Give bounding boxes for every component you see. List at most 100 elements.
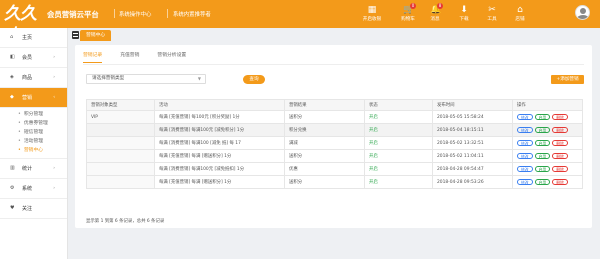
cell-status: 开启 <box>364 149 433 163</box>
submenu-sms[interactable]: 短信管理 <box>0 128 67 137</box>
sidebar-item-home[interactable]: ⌂ 主页 <box>0 28 67 48</box>
cell-activity: 每满 [消费营销] 每满100元 [减免抵扣] 1分 <box>154 162 285 176</box>
chevron-right-icon: › <box>53 75 55 80</box>
delete-button[interactable]: 删除 <box>552 178 568 185</box>
sidebar-item-products[interactable]: ◈ 商品 › <box>0 68 67 88</box>
submenu-coupons[interactable]: 优惠券管理 <box>0 119 67 128</box>
menu-toggle-icon[interactable] <box>72 31 79 39</box>
col-target[interactable]: 营销对象类型 <box>86 99 155 111</box>
enable-button[interactable]: 启用 <box>534 165 551 172</box>
pagination-info: 显示第 1 到第 6 条记录，总共 6 条记录 <box>86 219 165 224</box>
message-button[interactable]: 🔔 8 消息 <box>420 0 450 28</box>
sidebar-item-follow[interactable]: ♥ 关注 <box>0 199 67 219</box>
cell-target: VIP <box>86 110 155 124</box>
enable-button[interactable]: 启用 <box>534 126 551 133</box>
cell-ops: 修改 启用 删除 <box>512 162 583 176</box>
cell-target <box>86 175 155 189</box>
edit-button[interactable]: 修改 <box>517 113 533 120</box>
cell-result: 优惠 <box>284 162 365 176</box>
crumb-divider <box>167 9 168 18</box>
top-bar: 久久吉 会员营销云平台 系统操作中心 系统内置推荐者 ▦ 开启收银 🛒 0 购物… <box>0 0 600 46</box>
edit-button[interactable]: 修改 <box>517 165 533 172</box>
store-button[interactable]: ⌂ 店铺 <box>505 0 535 28</box>
delete-button[interactable]: 删除 <box>552 139 568 146</box>
subtab-recharge[interactable]: 充值营销 <box>120 51 139 63</box>
cell-status: 开启 <box>364 136 433 150</box>
chevron-right-icon: › <box>53 186 55 191</box>
brand-logo[interactable]: 久久吉 <box>4 3 42 46</box>
cell-time: 2018-05-02 11:04:11 <box>432 149 513 163</box>
store-icon: ⌂ <box>517 5 523 15</box>
gear-icon: ⚙ <box>10 185 15 191</box>
chevron-right-icon: › <box>53 55 55 60</box>
enable-button[interactable]: 启用 <box>534 139 551 146</box>
cart-button[interactable]: 🛒 0 购物车 <box>393 0 423 28</box>
subtab-settings[interactable]: 营销分析设置 <box>157 51 186 63</box>
sidebar-item-label: 系统 <box>22 186 33 192</box>
delete-button[interactable]: 删除 <box>552 113 568 120</box>
add-marketing-button[interactable]: +添加营销 <box>551 75 584 84</box>
crumb-operation-center[interactable]: 系统操作中心 <box>119 10 151 18</box>
download-button[interactable]: ⬇ 下载 <box>449 0 479 28</box>
sidebar-item-stats[interactable]: ▥ 统计 › <box>0 159 67 179</box>
cell-status: 开启 <box>364 123 433 137</box>
enable-button[interactable]: 启用 <box>534 178 551 185</box>
delete-button[interactable]: 删除 <box>552 165 568 172</box>
tools-button[interactable]: ✂ 工具 <box>477 0 507 28</box>
table-row: 每满 [消费营销] 每满100元 [减免积分] 1分 积分兑换 开启 2018-05-… <box>86 123 583 137</box>
sidebar-item-label: 商品 <box>22 75 33 81</box>
col-status[interactable]: 状态 <box>364 99 433 111</box>
edit-button[interactable]: 修改 <box>517 152 533 159</box>
submenu-activities[interactable]: 活动管理 <box>0 137 67 146</box>
message-badge: 8 <box>437 3 443 9</box>
submenu-marketing-center[interactable]: 营销中心 <box>0 146 67 155</box>
marketing-submenu: 积分管理 优惠券管理 短信管理 活动管理 营销中心 <box>0 108 67 159</box>
sidebar-item-members[interactable]: ◧ 会员 › <box>0 48 67 68</box>
col-ops: 操作 <box>512 99 583 111</box>
cashier-button[interactable]: ▦ 开启收银 <box>357 0 387 28</box>
search-button[interactable]: 查询 <box>243 75 265 84</box>
col-activity[interactable]: 活动 <box>154 99 285 111</box>
edit-button[interactable]: 修改 <box>517 178 533 185</box>
chevron-right-icon: › <box>53 166 55 171</box>
delete-button[interactable]: 删除 <box>552 152 568 159</box>
chevron-down-icon: ▼ <box>197 76 201 81</box>
crumb-divider <box>114 9 115 18</box>
cell-result: 积分兑换 <box>284 123 365 137</box>
edit-button[interactable]: 修改 <box>517 126 533 133</box>
edit-button[interactable]: 修改 <box>517 139 533 146</box>
crumb-builtin-recommender[interactable]: 系统内置推荐者 <box>173 10 211 18</box>
tools-label: 工具 <box>487 17 497 22</box>
main-panel: 营销记录 充值营销 营销分析设置 请选择营销类型 ▼ 查询 +添加营销 营销对象… <box>75 45 592 228</box>
download-icon: ⬇ <box>460 5 468 15</box>
marketing-type-select[interactable]: 请选择营销类型 ▼ <box>86 74 206 84</box>
subtab-records[interactable]: 营销记录 <box>83 51 103 63</box>
submenu-points[interactable]: 积分管理 <box>0 110 67 119</box>
user-avatar[interactable] <box>575 5 590 20</box>
cell-activity: 每满 [消费营销] 每满100元 [减免积分] 1分 <box>154 123 285 137</box>
enable-button[interactable]: 启用 <box>534 152 551 159</box>
cell-time: 2018-05-05 15:58:24 <box>432 110 513 124</box>
cell-time: 2018-05-04 18:15:11 <box>432 123 513 137</box>
table-row: 每满 [充值营销] 每满 [赠送积分] 1分 送积分 开启 2018-04-28 09… <box>86 175 583 189</box>
sidebar-item-label: 关注 <box>22 206 33 212</box>
cell-result: 满减 <box>284 136 365 150</box>
enable-button[interactable]: 启用 <box>534 113 551 120</box>
sidebar-item-marketing[interactable]: ◆ 营销 ‹ <box>0 88 67 108</box>
cell-result: 送积分 <box>284 110 365 124</box>
sidebar-item-system[interactable]: ⚙ 系统 › <box>0 179 67 199</box>
marketing-table: 营销对象类型 活动 营销结果 状态 发布时间 操作 VIP 每满 [充值营销] 每… <box>86 99 583 189</box>
delete-button[interactable]: 删除 <box>552 126 568 133</box>
cell-time: 2018-05-02 13:32:51 <box>432 136 513 150</box>
cell-target <box>86 149 155 163</box>
marketing-icon: ◆ <box>10 94 14 100</box>
col-result[interactable]: 营销结果 <box>284 99 365 111</box>
message-label: 消息 <box>430 17 440 22</box>
sidebar-item-label: 营销 <box>22 95 33 101</box>
cell-time: 2018-04-28 09:54:47 <box>432 162 513 176</box>
tab-marketing-center[interactable]: 营销中心 <box>80 30 112 41</box>
col-time[interactable]: 发布时间 <box>432 99 513 111</box>
cell-ops: 修改 启用 删除 <box>512 136 583 150</box>
chevron-down-icon: ‹ <box>53 95 55 100</box>
heart-icon: ♥ <box>10 205 15 211</box>
